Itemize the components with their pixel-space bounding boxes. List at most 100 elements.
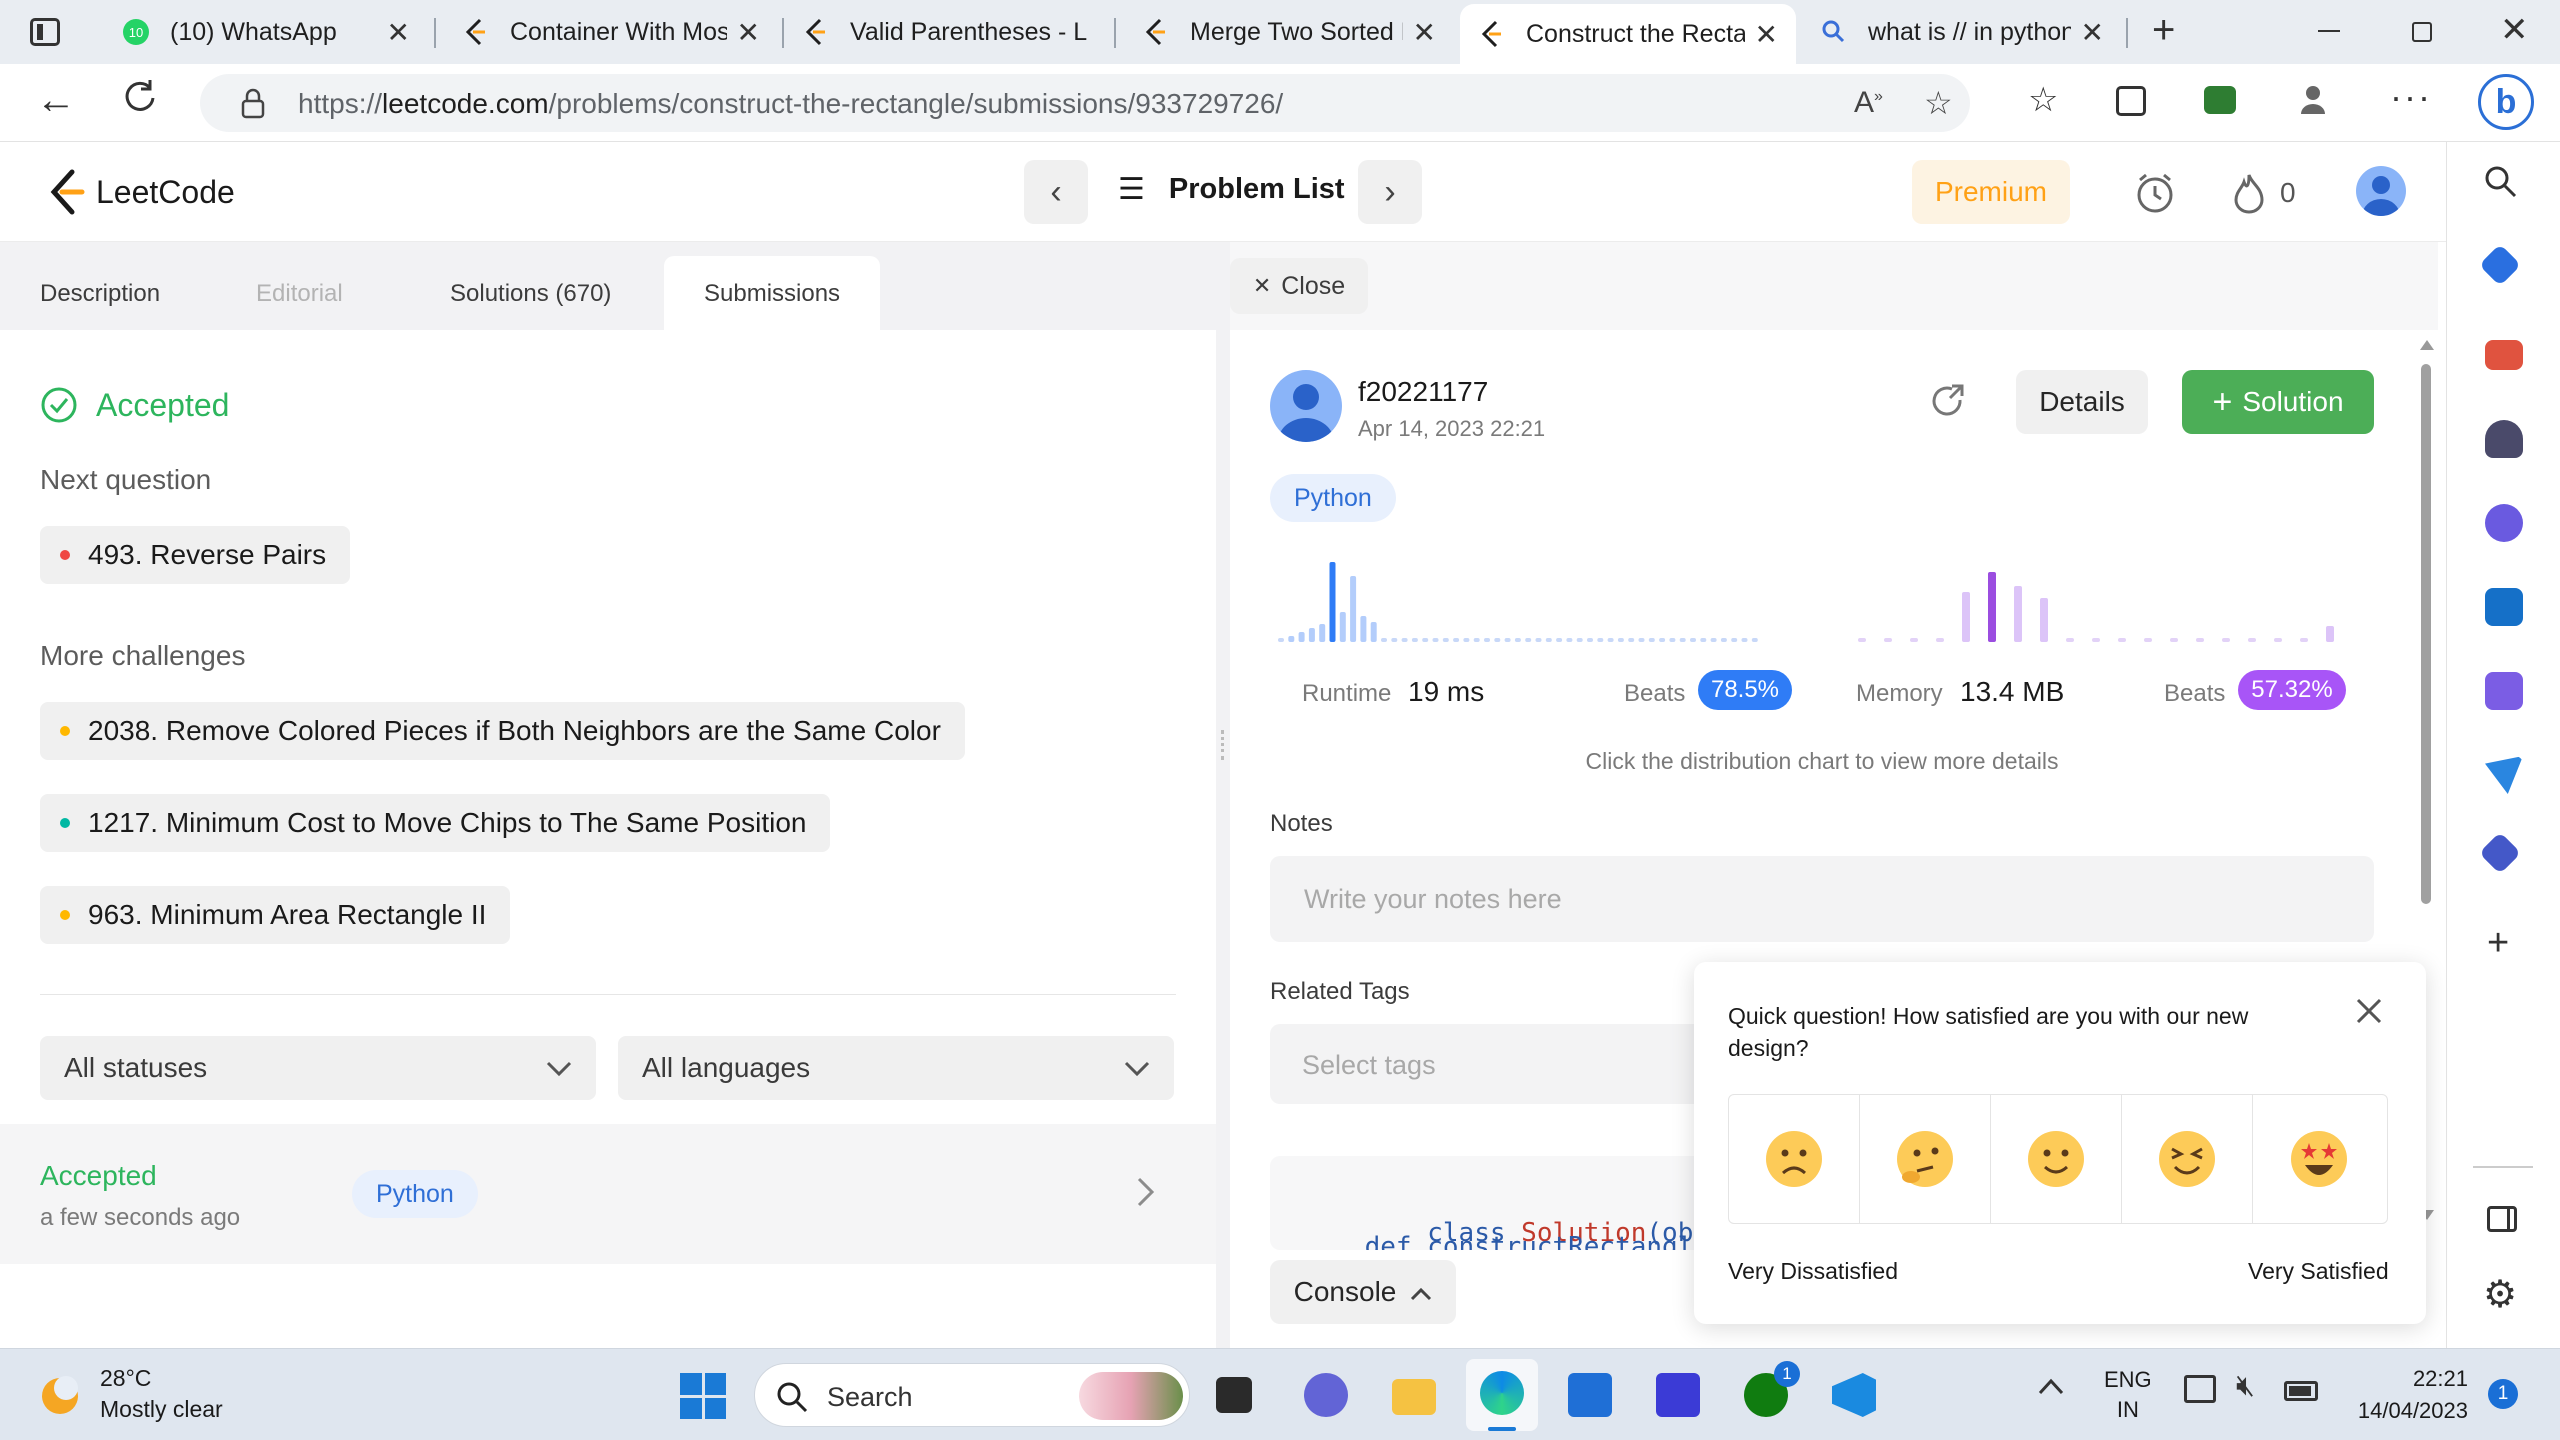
tab-description[interactable]: Description <box>40 256 160 330</box>
close-window-icon[interactable]: ✕ <box>2500 10 2529 50</box>
favorites-icon[interactable]: ☆ <box>2028 80 2058 120</box>
prev-problem-button[interactable]: ‹ <box>1024 160 1088 224</box>
url-field[interactable]: https://leetcode.com/problems/construct-… <box>200 74 1970 132</box>
console-button[interactable]: Console <box>1270 1260 1456 1324</box>
rating-satisfied[interactable] <box>2122 1095 2253 1223</box>
rating-very-dissatisfied[interactable] <box>1729 1095 1860 1223</box>
problem-list-button[interactable]: ☰ Problem List <box>1118 172 1345 207</box>
memory-distribution-chart[interactable] <box>1850 550 2350 650</box>
tab-actions-icon[interactable] <box>30 18 60 46</box>
leetcode-logo[interactable]: LeetCode <box>46 168 235 216</box>
microsoft-365-icon[interactable] <box>2485 504 2523 542</box>
drop-icon[interactable] <box>2478 831 2522 875</box>
lock-icon[interactable] <box>240 88 266 125</box>
taskbar-search-box[interactable]: Search <box>754 1363 1190 1427</box>
battery-icon[interactable] <box>2284 1381 2318 1401</box>
read-aloud-icon[interactable]: A» <box>1854 86 1883 120</box>
rating-very-satisfied[interactable] <box>2253 1095 2384 1223</box>
notification-center-badge[interactable]: 1 <box>2488 1379 2518 1409</box>
collections-icon[interactable] <box>2116 86 2146 116</box>
streak-count: 0 <box>2280 177 2296 208</box>
outlook-icon[interactable] <box>2485 588 2523 626</box>
browser-tab-merge-two-sorted[interactable]: Merge Two Sorted L ✕ <box>1124 4 1454 60</box>
weather-widget[interactable]: 28°C Mostly clear <box>36 1365 223 1423</box>
challenge-link[interactable]: 1217. Minimum Cost to Move Chips to The … <box>40 794 831 852</box>
close-tab-icon[interactable]: ✕ <box>1755 18 1778 51</box>
teams-chat-icon[interactable] <box>1304 1373 1348 1417</box>
status-filter-select[interactable]: All statuses <box>40 1036 596 1100</box>
tab-solutions[interactable]: Solutions (670) <box>450 256 611 330</box>
challenge-link[interactable]: 2038. Remove Colored Pieces if Both Neig… <box>40 702 965 760</box>
bing-copilot-icon[interactable]: b <box>2478 74 2534 130</box>
file-explorer-icon[interactable] <box>1392 1379 1436 1415</box>
vscode-icon[interactable] <box>1832 1373 1876 1417</box>
user-avatar[interactable] <box>1270 370 1342 442</box>
rating-neutral[interactable] <box>1991 1095 2122 1223</box>
next-question-link[interactable]: 493. Reverse Pairs <box>40 526 351 584</box>
add-sidebar-app-icon[interactable]: + <box>2487 922 2509 965</box>
username[interactable]: f20221177 <box>1358 376 1488 408</box>
panel-resize-handle[interactable] <box>1216 242 1230 1348</box>
user-avatar[interactable] <box>2356 166 2406 216</box>
notes-input[interactable]: Write your notes here <box>1270 856 2374 942</box>
back-button[interactable]: ← <box>36 78 76 123</box>
details-button[interactable]: Details <box>2016 370 2148 434</box>
clock[interactable]: 22:21 14/04/2023 <box>2340 1363 2468 1427</box>
browser-tab-valid-parentheses[interactable]: Valid Parentheses - L <box>784 4 1114 60</box>
runtime-distribution-chart[interactable] <box>1270 550 1770 650</box>
games-icon[interactable] <box>2485 420 2523 458</box>
scroll-up-arrow[interactable] <box>2420 340 2434 350</box>
close-tab-icon[interactable]: ✕ <box>2081 16 2104 49</box>
power-automate-icon[interactable] <box>1656 1373 1700 1417</box>
settings-gear-icon[interactable]: ⚙ <box>2483 1272 2517 1317</box>
microsoft-store-icon[interactable] <box>1568 1373 1612 1417</box>
close-survey-icon[interactable] <box>2354 996 2384 1031</box>
task-view-icon[interactable] <box>1216 1377 1252 1413</box>
browser-tab-construct-rectangle[interactable]: Construct the Recta ✕ <box>1460 4 1796 64</box>
share-icon[interactable] <box>1930 384 1966 425</box>
tools-icon[interactable] <box>2485 340 2523 370</box>
tab-submissions[interactable]: Submissions <box>664 256 881 330</box>
restore-window-icon[interactable] <box>2412 22 2432 42</box>
split-panel-icon[interactable] <box>2487 1206 2517 1232</box>
close-tab-icon[interactable]: ✕ <box>387 16 410 49</box>
add-solution-button[interactable]: + Solution <box>2182 370 2374 434</box>
alarm-clock-icon[interactable] <box>2134 172 2176 219</box>
input-language-indicator[interactable]: ENG IN <box>2104 1365 2152 1425</box>
edge-browser-icon[interactable] <box>1466 1359 1538 1431</box>
search-icon <box>777 1382 808 1413</box>
submission-row[interactable]: Accepted a few seconds ago Python <box>0 1124 1216 1264</box>
challenge-link[interactable]: 963. Minimum Area Rectangle II <box>40 886 511 944</box>
next-problem-button[interactable]: › <box>1358 160 1422 224</box>
close-tab-icon[interactable]: ✕ <box>1413 16 1436 49</box>
browser-tab-whatsapp[interactable]: 10 (10) WhatsApp ✕ <box>104 4 428 60</box>
designer-icon[interactable] <box>2485 672 2523 710</box>
minimize-window-icon[interactable] <box>2318 30 2340 32</box>
send-icon[interactable] <box>2485 756 2523 794</box>
tab-editorial[interactable]: Editorial <box>256 256 343 330</box>
browser-tab-container[interactable]: Container With Mos ✕ <box>444 4 778 60</box>
premium-button[interactable]: Premium <box>1912 160 2070 224</box>
shopping-tag-icon[interactable] <box>2478 243 2522 287</box>
add-favorite-icon[interactable]: ☆ <box>1924 84 1953 122</box>
streak-counter[interactable]: 0 <box>2232 172 2296 214</box>
search-icon[interactable] <box>2483 164 2519 205</box>
rating-dissatisfied[interactable] <box>1860 1095 1991 1223</box>
scroll-thumb[interactable] <box>2421 364 2431 904</box>
challenge-title: 963. Minimum Area Rectangle II <box>88 899 487 930</box>
tags-placeholder: Select tags <box>1302 1050 1436 1080</box>
volume-muted-icon[interactable]: 🔇︎ <box>2236 1369 2255 1403</box>
show-hidden-icons[interactable] <box>2038 1377 2064 1400</box>
language-filter-select[interactable]: All languages <box>618 1036 1174 1100</box>
more-options-icon[interactable]: ··· <box>2390 76 2432 118</box>
close-submission-button[interactable]: ✕ Close <box>1230 258 1368 314</box>
refresh-button[interactable] <box>122 78 158 114</box>
runtime-beats-badge: 78.5% <box>1698 670 1792 710</box>
extension-icon[interactable] <box>2204 86 2236 114</box>
new-tab-button[interactable]: + <box>2152 8 2175 53</box>
network-icon[interactable] <box>2184 1375 2216 1403</box>
browser-tab-search[interactable]: what is // in python ✕ <box>1802 4 2122 60</box>
profile-icon[interactable] <box>2300 84 2326 116</box>
start-button[interactable] <box>680 1373 726 1419</box>
close-tab-icon[interactable]: ✕ <box>737 16 760 49</box>
